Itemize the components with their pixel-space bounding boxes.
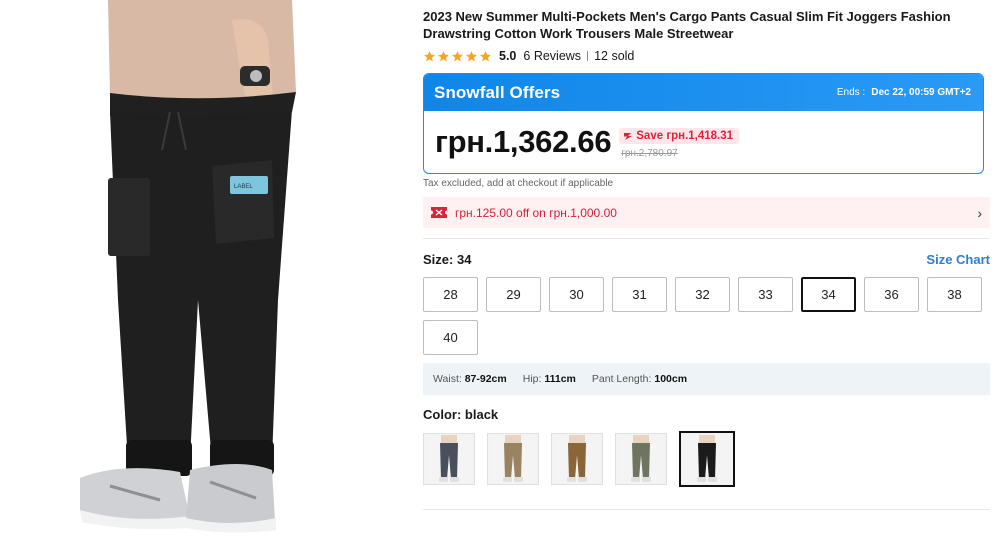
star-icon	[438, 50, 449, 61]
star-icon	[466, 50, 477, 61]
waist-label: Waist:	[433, 373, 462, 385]
pant-length-measure: Pant Length: 100cm	[592, 373, 687, 385]
product-title: 2023 New Summer Multi-Pockets Men's Carg…	[423, 9, 951, 41]
size-option-34[interactable]: 34	[801, 277, 856, 312]
promo-ends-date: Dec 22, 00:59 GMT+2	[871, 87, 971, 98]
color-swatch-khaki[interactable]	[487, 433, 539, 485]
promo-countdown: Ends : Dec 22, 00:59 GMT+2	[837, 87, 971, 98]
size-label-row: Size: 34	[423, 252, 471, 267]
size-options: 28 29 30 31 32 33 34 36 38 40	[423, 277, 991, 355]
size-option-31[interactable]: 31	[612, 277, 667, 312]
pants-thumbnail-icon	[491, 435, 535, 483]
waist-value: 87-92cm	[464, 373, 507, 385]
size-measurements: Waist: 87-92cm Hip: 111cm Pant Length: 1…	[423, 363, 990, 395]
size-label: Size:	[423, 251, 454, 267]
color-label: Color:	[423, 407, 462, 422]
color-swatch-grey[interactable]	[423, 433, 475, 485]
color-swatch-brown[interactable]	[551, 433, 603, 485]
size-option-36[interactable]: 36	[864, 277, 919, 312]
promo-header: Snowfall Offers Ends : Dec 22, 00:59 GMT…	[424, 74, 983, 111]
save-badge: Save грн.1,418.31	[619, 127, 740, 144]
size-option-40[interactable]: 40	[423, 320, 478, 355]
hip-measure: Hip: 111cm	[523, 373, 576, 385]
promo-title: Snowfall Offers	[434, 82, 561, 102]
star-icon	[424, 50, 435, 61]
star-icon	[480, 50, 491, 61]
divider	[423, 509, 990, 510]
current-price: грн.1,362.66	[435, 124, 612, 159]
reviews-link[interactable]: 6 Reviews	[523, 49, 581, 63]
color-swatch-army-green[interactable]	[615, 433, 667, 485]
pant-length-value: 100cm	[654, 373, 688, 385]
savings-block: Save грн.1,418.31 грн.2,780.97	[619, 127, 740, 159]
color-swatches	[423, 431, 990, 487]
color-swatch-black[interactable]	[679, 431, 735, 487]
sold-count: 12 sold	[594, 49, 635, 63]
pants-thumbnail-icon	[427, 435, 471, 483]
price-drop-icon	[624, 132, 633, 140]
tax-note: Tax excluded, add at checkout if applica…	[423, 178, 614, 189]
size-option-32[interactable]: 32	[675, 277, 730, 312]
pants-thumbnail-icon	[555, 435, 599, 483]
size-option-38[interactable]: 38	[927, 277, 982, 312]
size-chart-link[interactable]: Size Chart	[926, 252, 990, 267]
pant-length-label: Pant Length:	[591, 373, 652, 385]
svg-text:LABEL: LABEL	[234, 184, 253, 190]
coupon-bar[interactable]: грн.125.00 off on грн.1,000.00 ›	[423, 197, 990, 228]
size-option-28[interactable]: 28	[423, 277, 478, 312]
hip-value: 111cm	[544, 373, 576, 385]
rating-stars[interactable]	[423, 50, 492, 63]
coupon-text: грн.125.00 off on грн.1,000.00	[455, 205, 617, 220]
size-header: Size: 34 Size Chart	[423, 250, 990, 268]
cargo-pants-model-photo: LABEL	[0, 0, 405, 553]
color-selected-value: black	[464, 407, 499, 422]
product-info-panel: 2023 New Summer Multi-Pockets Men's Carg…	[423, 8, 990, 487]
chevron-right-icon: ›	[977, 204, 982, 221]
save-amount: Save грн.1,418.31	[636, 129, 734, 142]
waist-measure: Waist: 87-92cm	[433, 373, 507, 385]
pants-thumbnail-icon	[685, 435, 729, 483]
size-selected-value: 34	[456, 251, 472, 267]
size-option-29[interactable]: 29	[486, 277, 541, 312]
promo-ends-label: Ends :	[836, 87, 866, 98]
star-icon	[452, 50, 463, 61]
color-label-row: Color: black	[423, 407, 990, 425]
divider	[423, 238, 990, 239]
pants-thumbnail-icon	[619, 435, 663, 483]
original-price: грн.2,780.97	[621, 147, 678, 159]
rating-score: 5.0	[499, 49, 517, 63]
promo-offer-box: Snowfall Offers Ends : Dec 22, 00:59 GMT…	[423, 73, 984, 174]
rating-row: 5.0 6 Reviews 12 sold	[423, 48, 990, 64]
size-option-33[interactable]: 33	[738, 277, 793, 312]
hip-label: Hip:	[522, 373, 542, 385]
divider	[587, 51, 589, 61]
product-main-image[interactable]: LABEL	[0, 0, 405, 553]
coupon-ticket-icon	[431, 207, 447, 218]
price-row: грн.1,362.66 Save грн.1,418.31 грн.2,780…	[424, 111, 983, 173]
size-option-30[interactable]: 30	[549, 277, 604, 312]
